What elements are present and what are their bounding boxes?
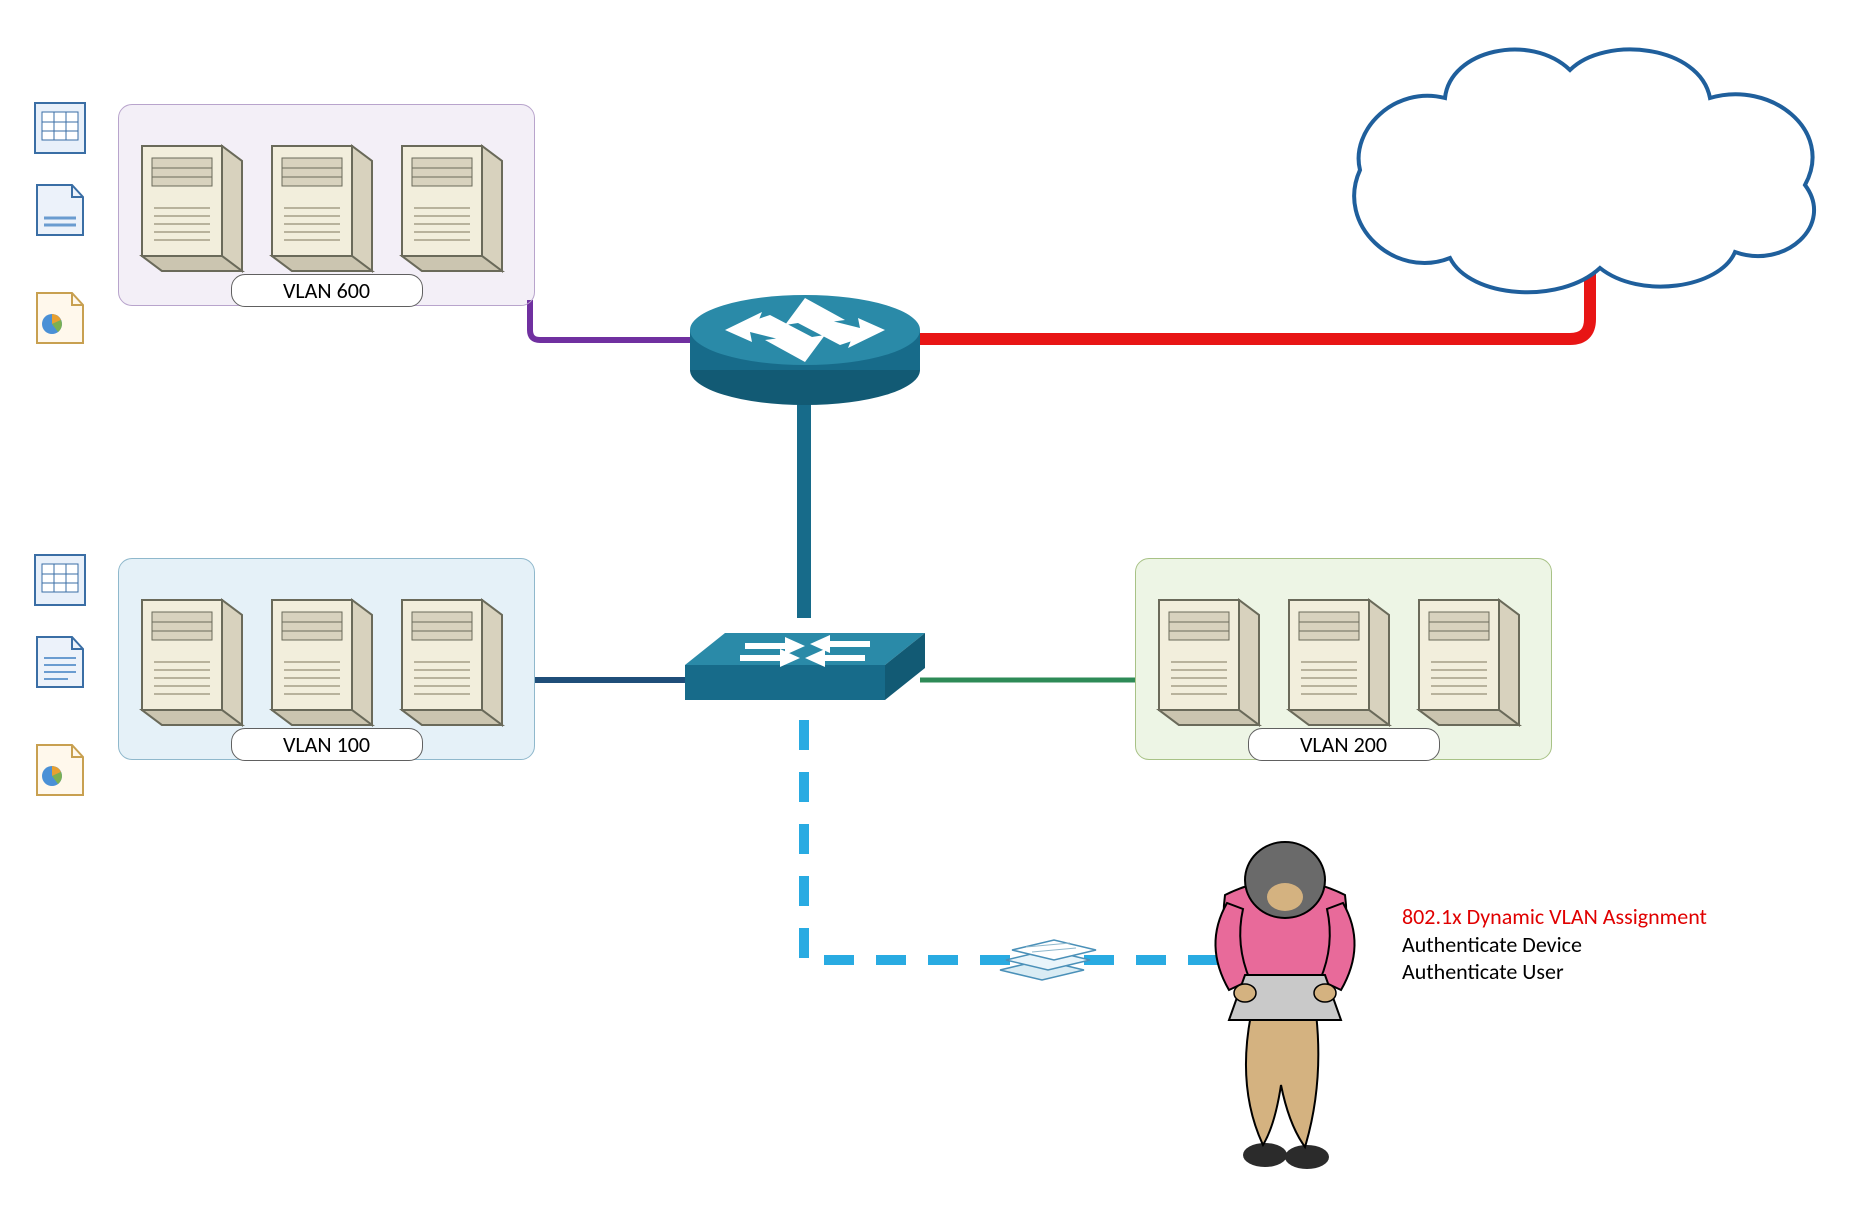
annotation-line1: Authenticate Device <box>1402 931 1707 959</box>
documents-icon <box>1000 940 1096 980</box>
switch-icon <box>685 633 925 700</box>
doc-text-icon <box>32 182 88 238</box>
user-with-laptop-icon <box>1215 842 1354 1169</box>
vlan200-servers <box>1149 570 1539 740</box>
annotation-block: 802.1x Dynamic VLAN Assignment Authentic… <box>1402 903 1707 986</box>
doc-report-icon <box>32 290 88 346</box>
annotation-line2: Authenticate User <box>1402 958 1707 986</box>
doc-spreadsheet-icon-2 <box>32 552 88 608</box>
doc-text-icon-2 <box>32 634 88 690</box>
doc-spreadsheet-icon <box>32 100 88 156</box>
vlan100-servers <box>132 570 522 740</box>
vlan600-servers <box>132 116 522 286</box>
link-vlan600-router <box>530 300 690 340</box>
router-icon <box>690 295 920 405</box>
cloud-icon <box>1354 49 1814 292</box>
annotation-title: 802.1x Dynamic VLAN Assignment <box>1402 903 1707 931</box>
doc-report-icon-2 <box>32 742 88 798</box>
